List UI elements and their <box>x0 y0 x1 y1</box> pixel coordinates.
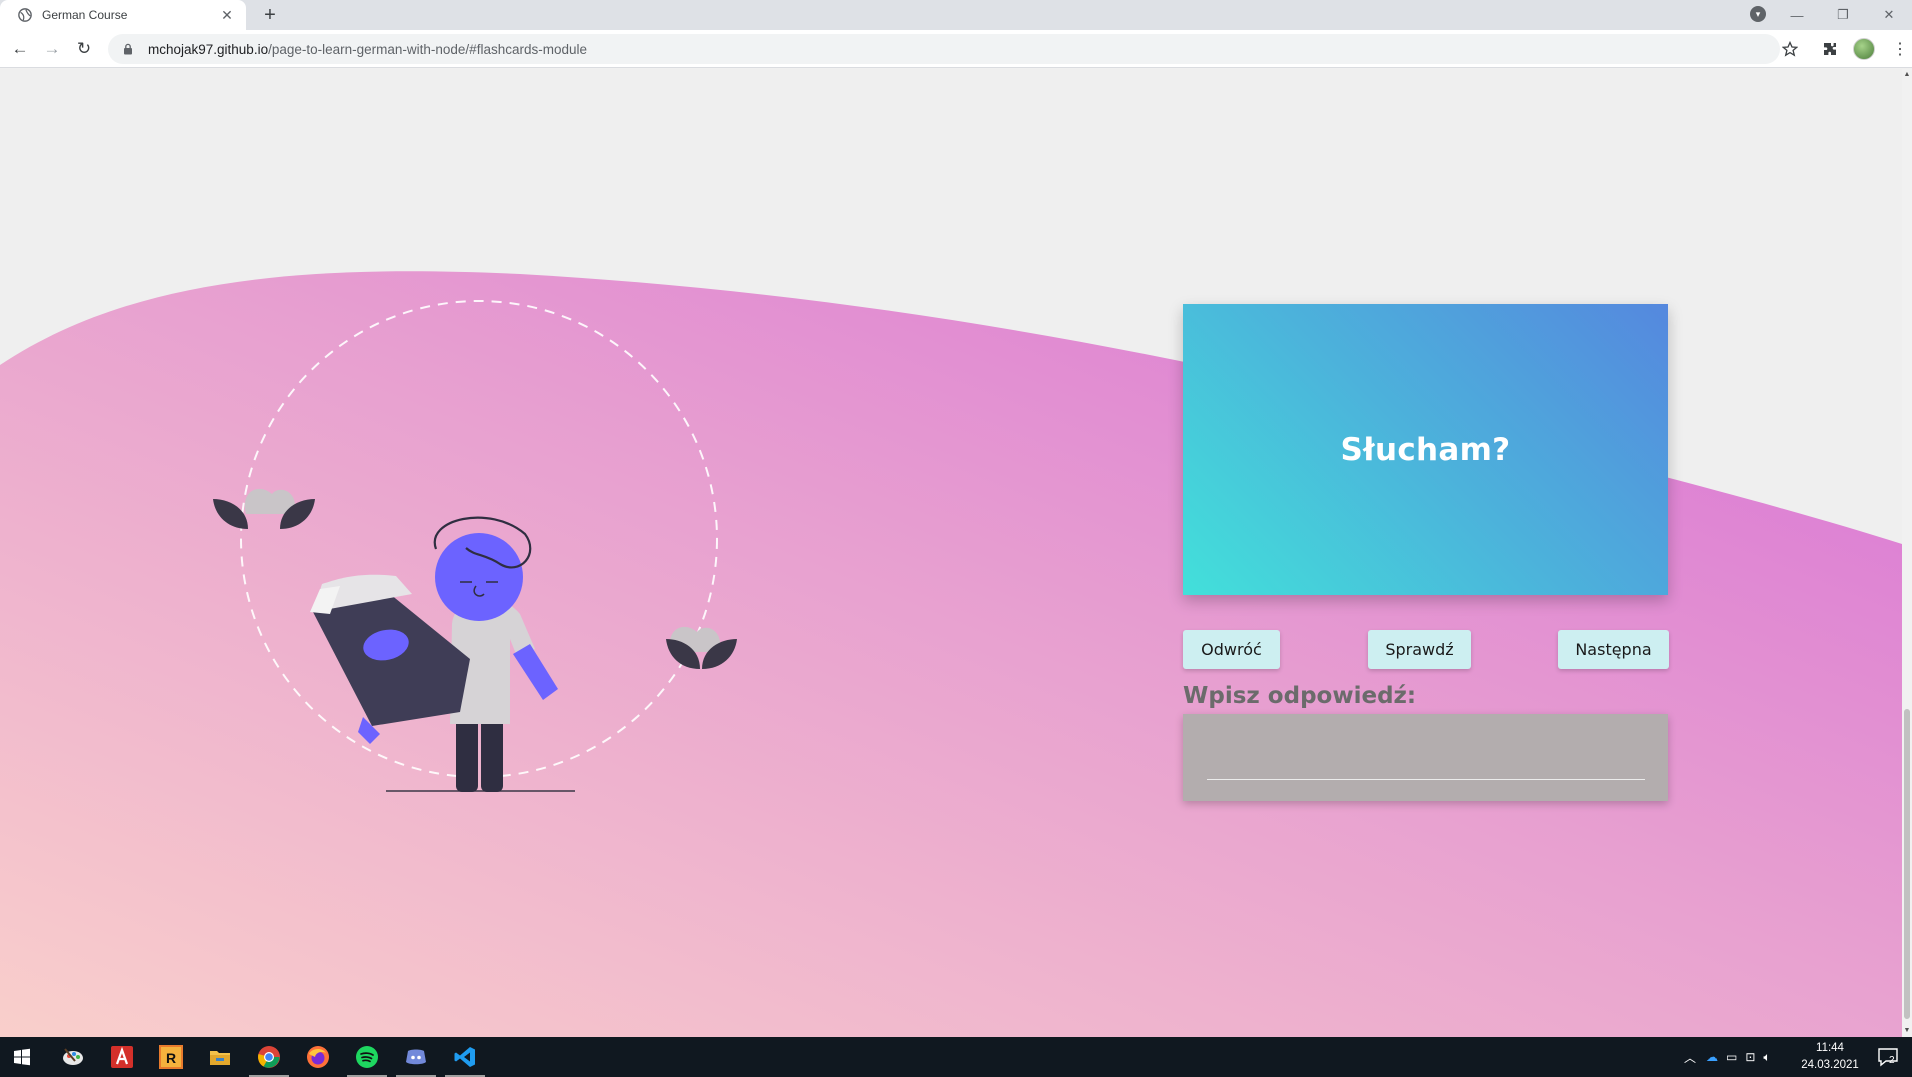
file-explorer-icon[interactable] <box>206 1043 234 1071</box>
url-text: mchojak97.github.io/page-to-learn-german… <box>148 42 587 57</box>
svg-text:R: R <box>166 1050 176 1066</box>
page-scrollbar[interactable]: ▲ ▼ <box>1902 69 1912 1037</box>
reload-icon[interactable]: ↻ <box>72 37 96 61</box>
start-icon[interactable] <box>8 1043 36 1071</box>
taskbar-clock[interactable]: 11:44 24.03.2021 <box>1790 1040 1870 1074</box>
minimize-icon[interactable]: — <box>1774 8 1820 23</box>
clock-time: 11:44 <box>1816 1042 1844 1054</box>
lock-icon <box>124 43 132 55</box>
close-window-icon[interactable]: ✕ <box>1866 7 1912 23</box>
character-head <box>435 533 523 621</box>
url-host: mchojak97.github.io <box>148 41 269 57</box>
browser-toolbar: ← → ↻ mchojak97.github.io/page-to-learn-… <box>0 30 1912 68</box>
profile-avatar[interactable] <box>1853 38 1875 60</box>
answer-box <box>1183 714 1668 801</box>
paint-icon[interactable] <box>59 1043 87 1071</box>
back-arrow-icon[interactable]: ← <box>8 37 32 61</box>
answer-label: Wpisz odpowiedź: <box>1183 683 1417 709</box>
reading-person-illustration <box>213 300 737 792</box>
book-icon <box>313 594 470 726</box>
answer-input[interactable] <box>1207 732 1645 780</box>
tray-expand-icon[interactable]: ︿ <box>1684 1049 1696 1066</box>
volume-icon[interactable]: 🔈︎ <box>1763 1050 1770 1065</box>
kebab-menu-icon[interactable]: ⋮ <box>1892 39 1908 59</box>
flashcard-word: Słucham? <box>1340 431 1511 468</box>
flashcard[interactable]: Słucham? <box>1183 304 1668 595</box>
window-controls: — ❐ ✕ <box>1774 0 1912 30</box>
vscode-icon[interactable] <box>451 1043 479 1071</box>
browser-tabstrip: German Course ✕ + ▾ — ❐ ✕ <box>0 0 1912 30</box>
firefox-icon[interactable] <box>304 1043 332 1071</box>
network-icon[interactable]: ⊡ <box>1745 1050 1755 1064</box>
globe-icon <box>18 8 32 22</box>
scroll-down-arrow-icon[interactable]: ▼ <box>1902 1025 1912 1037</box>
scroll-up-arrow-icon[interactable]: ▲ <box>1902 69 1912 81</box>
windows-taskbar: R ︿ ☁ ▭ ⊡ 🔈︎ 11:44 24.03.2021 2 <box>0 1037 1912 1077</box>
bookmark-star-icon[interactable] <box>1782 39 1798 59</box>
url-path: /page-to-learn-german-with-node/#flashca… <box>268 41 587 57</box>
new-tab-button[interactable]: + <box>258 3 282 27</box>
chrome-icon[interactable] <box>255 1043 283 1071</box>
notification-count: 2 <box>1889 1055 1895 1066</box>
next-button[interactable]: Następna <box>1558 630 1669 669</box>
spotify-icon[interactable] <box>353 1043 381 1071</box>
acrobat-icon[interactable] <box>108 1043 136 1071</box>
avatar <box>1853 38 1875 60</box>
onedrive-icon[interactable]: ☁ <box>1706 1050 1718 1064</box>
flashcards-module: Słucham? Odwróć Sprawdź Następna Wpisz o… <box>0 69 1902 1037</box>
battery-icon[interactable]: ▭ <box>1726 1050 1737 1064</box>
check-button[interactable]: Sprawdź <box>1368 630 1471 669</box>
flip-button[interactable]: Odwróć <box>1183 630 1280 669</box>
close-tab-icon[interactable]: ✕ <box>218 7 236 24</box>
address-bar[interactable]: mchojak97.github.io/page-to-learn-german… <box>108 34 1780 64</box>
rider-icon[interactable]: R <box>157 1043 185 1071</box>
extensions-icon[interactable] <box>1822 39 1838 59</box>
browser-tab-active[interactable]: German Course ✕ <box>0 0 246 30</box>
plant-left-icon <box>213 488 315 529</box>
system-tray: ︿ ☁ ▭ ⊡ 🔈︎ <box>1684 1037 1771 1077</box>
discord-icon[interactable] <box>402 1043 430 1071</box>
scrollbar-thumb[interactable] <box>1904 709 1910 1019</box>
tab-search-icon[interactable]: ▾ <box>1750 6 1766 22</box>
notifications-icon[interactable]: 2 <box>1876 1045 1900 1069</box>
plant-right-icon <box>666 626 737 669</box>
restore-icon[interactable]: ❐ <box>1820 7 1866 23</box>
forward-arrow-icon[interactable]: → <box>40 37 64 61</box>
tab-title: German Course <box>42 8 128 22</box>
clock-date: 24.03.2021 <box>1801 1059 1859 1071</box>
